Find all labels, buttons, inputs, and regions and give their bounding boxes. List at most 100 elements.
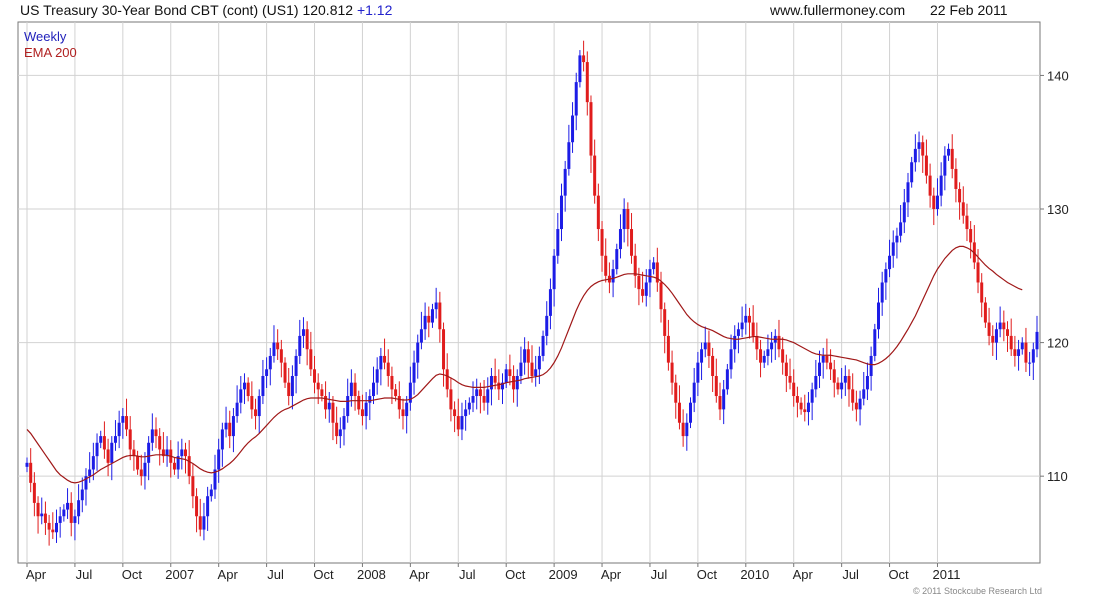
candle-body xyxy=(781,349,785,363)
candle-body xyxy=(891,242,895,256)
candle-body xyxy=(858,398,862,410)
candle-body xyxy=(626,209,630,230)
candle-body xyxy=(180,449,184,457)
candle-body xyxy=(489,375,493,390)
candle-body xyxy=(58,516,62,523)
candle-body xyxy=(445,369,449,390)
candle-body xyxy=(375,369,379,383)
candle-body xyxy=(95,442,99,457)
candle-body xyxy=(139,469,143,477)
candle-body xyxy=(198,516,202,530)
candle-body xyxy=(412,362,416,383)
y-tick-label: 130 xyxy=(1047,202,1069,217)
candle-body xyxy=(73,516,77,523)
x-tick-label: 2008 xyxy=(357,567,386,582)
candle-body xyxy=(545,315,549,336)
candle-body xyxy=(799,402,803,410)
candle-body xyxy=(611,269,615,283)
candle-body xyxy=(722,389,726,410)
copyright-note: © 2011 Stockcube Research Ltd xyxy=(912,586,1042,596)
candle-body xyxy=(526,349,530,363)
candle-body xyxy=(80,489,84,501)
candle-body xyxy=(471,396,475,403)
candle-body xyxy=(265,369,269,376)
candle-body xyxy=(1013,349,1017,356)
candle-body xyxy=(1009,335,1013,350)
candle-body xyxy=(335,422,339,437)
candle-body xyxy=(515,375,519,390)
candle-body xyxy=(947,148,951,156)
candle-body xyxy=(530,362,534,376)
candle-body xyxy=(298,335,302,356)
candle-body xyxy=(976,262,980,283)
candle-body xyxy=(939,175,943,196)
candle-body xyxy=(615,249,619,270)
x-tick-label: Apr xyxy=(601,567,622,582)
candle-body xyxy=(434,302,438,310)
candle-body xyxy=(677,402,681,423)
candle-body xyxy=(342,416,346,430)
candle-body xyxy=(924,155,928,176)
candle-body xyxy=(272,342,276,356)
candle-body xyxy=(932,195,936,210)
candle-body xyxy=(556,229,560,256)
candle-body xyxy=(659,282,663,310)
candle-body xyxy=(290,375,294,397)
candle-body xyxy=(338,429,342,437)
candle-body xyxy=(913,148,917,163)
candle-body xyxy=(633,255,637,276)
candle-body xyxy=(582,55,586,63)
candle-body xyxy=(202,516,206,530)
candle-body xyxy=(66,502,70,510)
candle-body xyxy=(184,449,188,457)
candle-body xyxy=(663,309,667,336)
candle-body xyxy=(559,195,563,230)
candle-body xyxy=(316,382,320,390)
price-chart: 110 120 130 140 Apr Jul Oct 2007 Apr Jul Oct 2008 Ap… xyxy=(17,21,1069,582)
candle-body xyxy=(379,355,383,370)
candle-body xyxy=(928,175,932,196)
candle-body xyxy=(714,375,718,397)
candle-body xyxy=(449,389,453,410)
candle-body xyxy=(762,355,766,363)
candle-body xyxy=(935,195,939,210)
x-tick-label: Oct xyxy=(505,567,526,582)
candle-body xyxy=(630,229,634,256)
candle-body xyxy=(77,500,81,517)
candle-body xyxy=(600,229,604,256)
x-tick-label: Oct xyxy=(697,567,718,582)
candle-body xyxy=(220,429,224,450)
candle-body xyxy=(692,382,696,403)
candle-body xyxy=(851,389,855,403)
candle-body xyxy=(371,382,375,397)
candle-body xyxy=(228,422,232,437)
candle-body xyxy=(438,302,442,330)
candle-body xyxy=(847,375,851,390)
x-tick-label: Jul xyxy=(267,567,284,582)
candle-body xyxy=(508,369,512,376)
candle-body xyxy=(832,369,836,383)
candle-body xyxy=(113,436,117,443)
candle-body xyxy=(567,142,571,169)
plot-frame xyxy=(17,21,1041,564)
x-tick-label: 2009 xyxy=(549,567,578,582)
candle-body xyxy=(320,389,324,397)
candle-body xyxy=(585,62,589,103)
candle-body xyxy=(29,462,33,483)
candle-body xyxy=(899,222,903,236)
candle-body xyxy=(969,229,973,243)
candle-body xyxy=(902,202,906,223)
candle-body xyxy=(349,382,353,397)
candle-body xyxy=(150,429,154,443)
candle-body xyxy=(106,449,110,463)
candle-body xyxy=(593,155,597,196)
candle-body xyxy=(191,476,195,497)
candle-body xyxy=(987,322,991,336)
candle-body xyxy=(1020,342,1024,350)
candle-body xyxy=(51,529,55,533)
x-tick-label: Jul xyxy=(76,567,93,582)
candle-body xyxy=(154,429,158,437)
candle-body xyxy=(788,375,792,383)
y-tick-label: 110 xyxy=(1047,469,1068,484)
candle-body xyxy=(548,289,552,316)
